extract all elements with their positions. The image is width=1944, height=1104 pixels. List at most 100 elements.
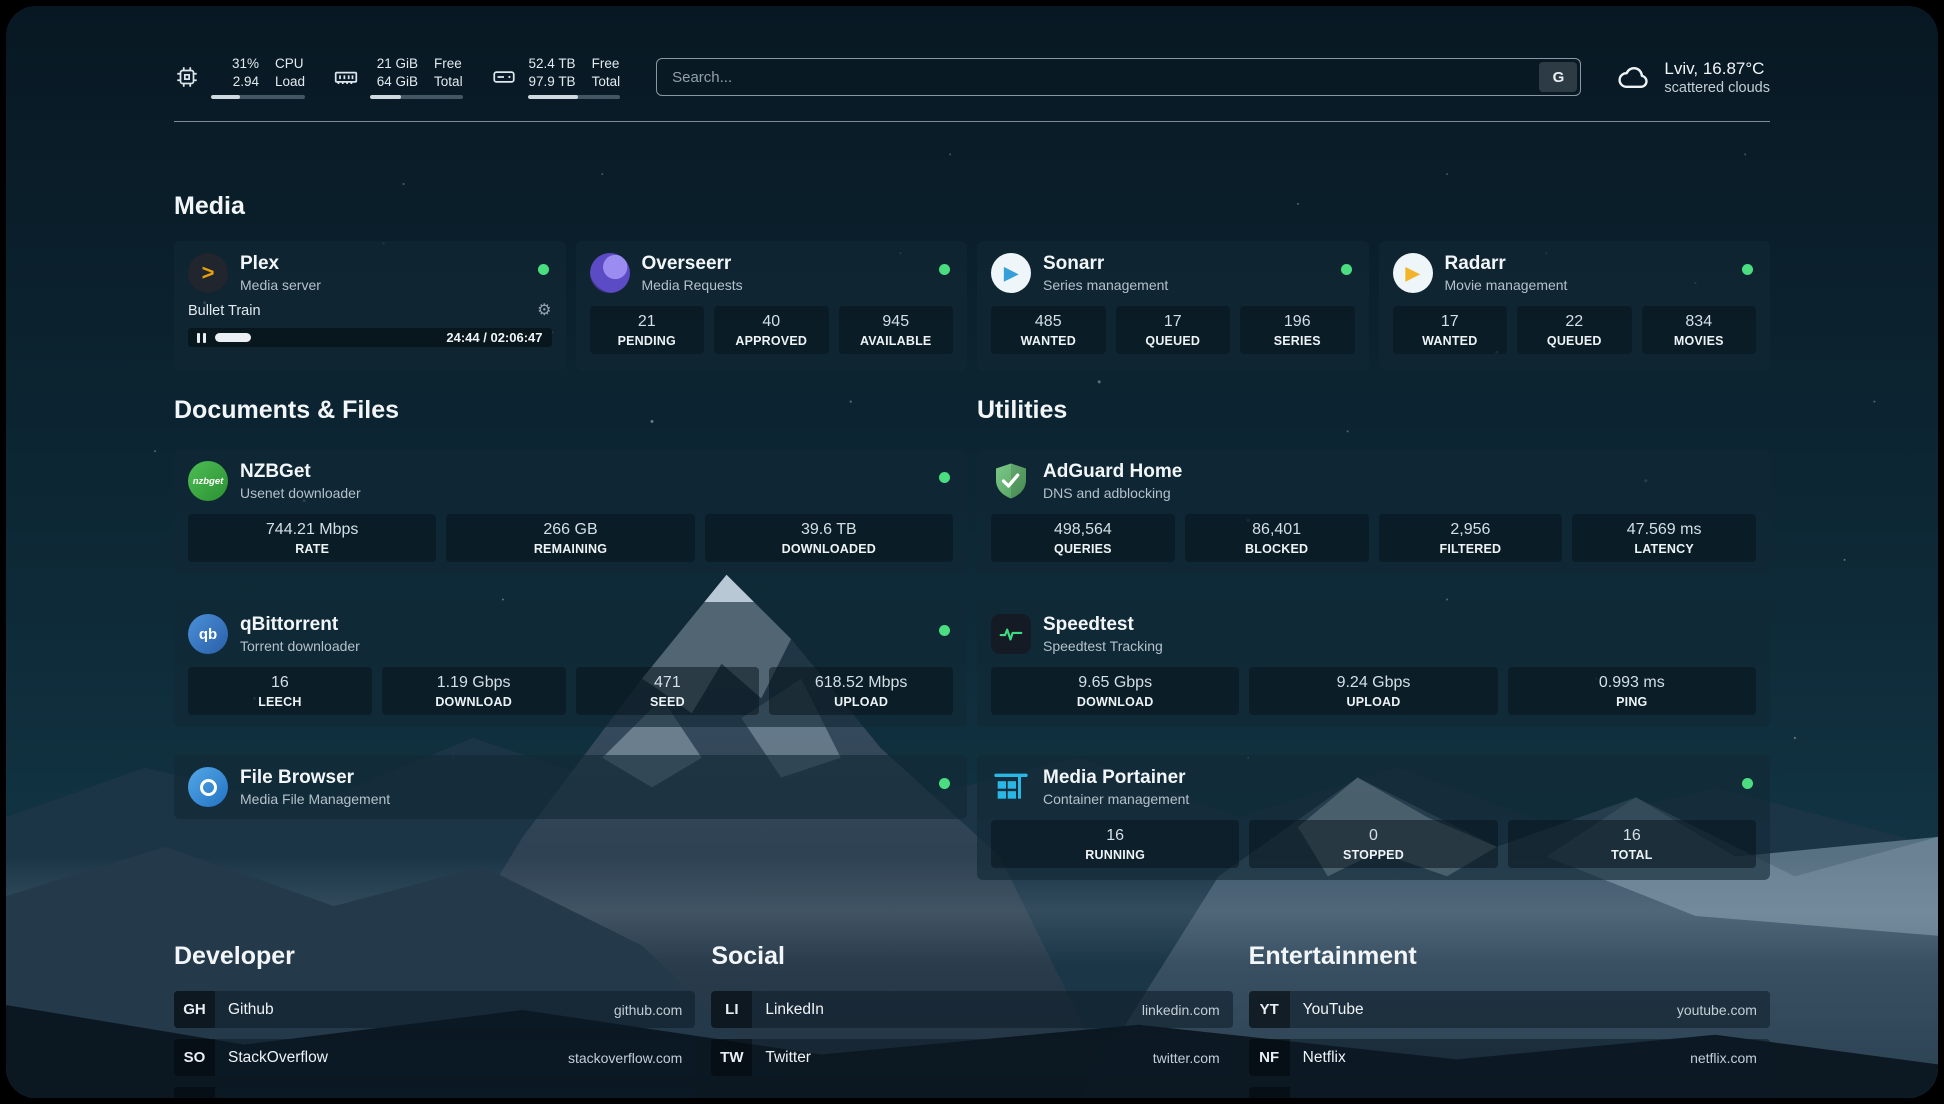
service-card-qbittorrent[interactable]: qb qBittorrent Torrent downloader 16 LEE… — [174, 602, 967, 727]
radarr-icon: ▶ — [1393, 253, 1433, 293]
bookmark-abbr: GH — [174, 991, 215, 1028]
status-dot — [538, 264, 549, 275]
disk-progress-fill — [528, 95, 578, 99]
cpu-label: CPU — [275, 55, 305, 73]
service-name: Speedtest — [1043, 614, 1163, 636]
service-name: File Browser — [240, 767, 390, 789]
qbittorrent-icon: qb — [188, 614, 228, 654]
stat-value: 86,401 — [1189, 521, 1365, 539]
cpu-progress-fill — [211, 95, 240, 99]
status-dot — [939, 264, 950, 275]
service-name: NZBGet — [240, 461, 361, 483]
cpu-icon — [174, 64, 200, 90]
status-dot — [1742, 264, 1753, 275]
stat-box: 498,564 QUERIES — [991, 514, 1175, 562]
service-card-plex[interactable]: > Plex Media server Bullet Train ⚙ — [174, 241, 566, 370]
playback-progress-fill — [215, 333, 251, 342]
stat-label: SEED — [580, 695, 756, 709]
service-subtitle: DNS and adblocking — [1043, 485, 1182, 501]
bookmark-group-social: Social LI LinkedIn linkedin.com TW Twitt… — [711, 942, 1232, 1098]
stat-label: SERIES — [1244, 334, 1351, 348]
stat-box: 9.24 Gbps UPLOAD — [1249, 667, 1497, 715]
cpu-progress-bar — [211, 95, 305, 99]
stat-box: 0.993 ms PING — [1508, 667, 1756, 715]
bookmark-name: Reddit — [1290, 1097, 1348, 1099]
stat-value: 9.24 Gbps — [1253, 674, 1493, 692]
status-dot — [1742, 778, 1753, 789]
bookmark-stackoverflow[interactable]: SO StackOverflow stackoverflow.com — [174, 1039, 695, 1076]
stat-label: QUEUED — [1521, 334, 1628, 348]
stat-label: TOTAL — [1512, 848, 1752, 862]
stat-value: 16 — [1512, 827, 1752, 845]
now-playing-title: Bullet Train — [188, 303, 261, 319]
stat-label: WANTED — [995, 334, 1102, 348]
stat-box: 47.569 ms LATENCY — [1572, 514, 1756, 562]
service-name: Overseerr — [642, 253, 743, 275]
memory-total-value: 64 GiB — [377, 73, 418, 91]
service-subtitle: Usenet downloader — [240, 485, 361, 501]
stat-box: 16 TOTAL — [1508, 820, 1756, 868]
stat-label: DOWNLOADED — [709, 542, 949, 556]
memory-icon — [333, 64, 359, 90]
service-card-adguard[interactable]: AdGuard Home DNS and adblocking 498,564 … — [977, 449, 1770, 574]
bookmark-group-title: Developer — [174, 942, 695, 971]
middle-columns: Documents & Files nzbget NZBGet Usenet d… — [174, 396, 1770, 880]
memory-progress-bar — [370, 95, 463, 99]
bookmark-name: Twitter — [752, 1049, 811, 1067]
speedtest-pulse-icon — [991, 614, 1031, 654]
bookmark-abbr: NF — [1249, 1039, 1290, 1076]
service-card-sonarr[interactable]: ▶ Sonarr Series management 485 WANTED 17… — [977, 241, 1369, 370]
service-card-radarr[interactable]: ▶ Radarr Movie management 17 WANTED 22 Q… — [1379, 241, 1771, 370]
stat-value: 40 — [718, 313, 825, 331]
bookmark-abbr: LI — [711, 991, 752, 1028]
bookmark-abbr: TW — [711, 1039, 752, 1076]
stat-value: 485 — [995, 313, 1102, 331]
service-name: qBittorrent — [240, 614, 360, 636]
service-card-overseerr[interactable]: Overseerr Media Requests 21 PENDING 40 A… — [576, 241, 968, 370]
cpu-load-value: 2.94 — [233, 73, 259, 91]
bookmark-name: DEV — [215, 1097, 260, 1099]
bookmark-domain: youtube.com — [1677, 1002, 1770, 1018]
stat-label: FILTERED — [1383, 542, 1559, 556]
bookmark-reddit[interactable]: RE Reddit reddit.com — [1249, 1087, 1770, 1098]
bookmark-twitter[interactable]: TW Twitter twitter.com — [711, 1039, 1232, 1076]
service-card-speedtest[interactable]: Speedtest Speedtest Tracking 9.65 Gbps D… — [977, 602, 1770, 727]
stat-value: 17 — [1397, 313, 1504, 331]
service-card-filebrowser[interactable]: File Browser Media File Management — [174, 755, 967, 819]
pause-icon[interactable] — [197, 333, 206, 343]
stat-box: 16 LEECH — [188, 667, 372, 715]
status-dot — [1341, 264, 1352, 275]
search-input[interactable] — [660, 69, 1539, 86]
service-subtitle: Series management — [1043, 277, 1168, 293]
bookmark-linkedin[interactable]: LI LinkedIn linkedin.com — [711, 991, 1232, 1028]
stat-label: APPROVED — [718, 334, 825, 348]
bookmark-domain: reddit.com — [1692, 1098, 1770, 1099]
bookmark-dev[interactable]: DT DEV dev.to — [174, 1087, 695, 1098]
stat-value: 266 GB — [450, 521, 690, 539]
search-provider-button[interactable]: G — [1539, 62, 1577, 92]
weather-condition: scattered clouds — [1664, 80, 1770, 96]
topbar-divider — [174, 121, 1770, 122]
bookmark-netflix[interactable]: NF Netflix netflix.com — [1249, 1039, 1770, 1076]
stat-value: 0.993 ms — [1512, 674, 1752, 692]
service-card-portainer[interactable]: Media Portainer Container management 16 … — [977, 755, 1770, 880]
dashboard-screen: 31% 2.94 CPU Load — [6, 6, 1938, 1098]
stat-label: PING — [1512, 695, 1752, 709]
bookmark-youtube[interactable]: YT YouTube youtube.com — [1249, 991, 1770, 1028]
bookmark-github[interactable]: GH Github github.com — [174, 991, 695, 1028]
stat-value: 2,956 — [1383, 521, 1559, 539]
stat-value: 471 — [580, 674, 756, 692]
bookmark-group-title: Entertainment — [1249, 942, 1770, 971]
stat-box: 471 SEED — [576, 667, 760, 715]
bookmark-abbr: DT — [174, 1087, 215, 1098]
stat-box: 1.19 Gbps DOWNLOAD — [382, 667, 566, 715]
playback-progress-bar: 24:44 / 02:06:47 — [188, 328, 552, 347]
stat-box: 744.21 Mbps RATE — [188, 514, 436, 562]
service-card-nzbget[interactable]: nzbget NZBGet Usenet downloader 744.21 M… — [174, 449, 967, 574]
status-dot — [939, 472, 950, 483]
service-name: Sonarr — [1043, 253, 1168, 275]
gear-icon[interactable]: ⚙ — [537, 303, 551, 319]
stat-value: 16 — [995, 827, 1235, 845]
stat-value: 498,564 — [995, 521, 1171, 539]
playback-time: 24:44 / 02:06:47 — [446, 330, 542, 345]
